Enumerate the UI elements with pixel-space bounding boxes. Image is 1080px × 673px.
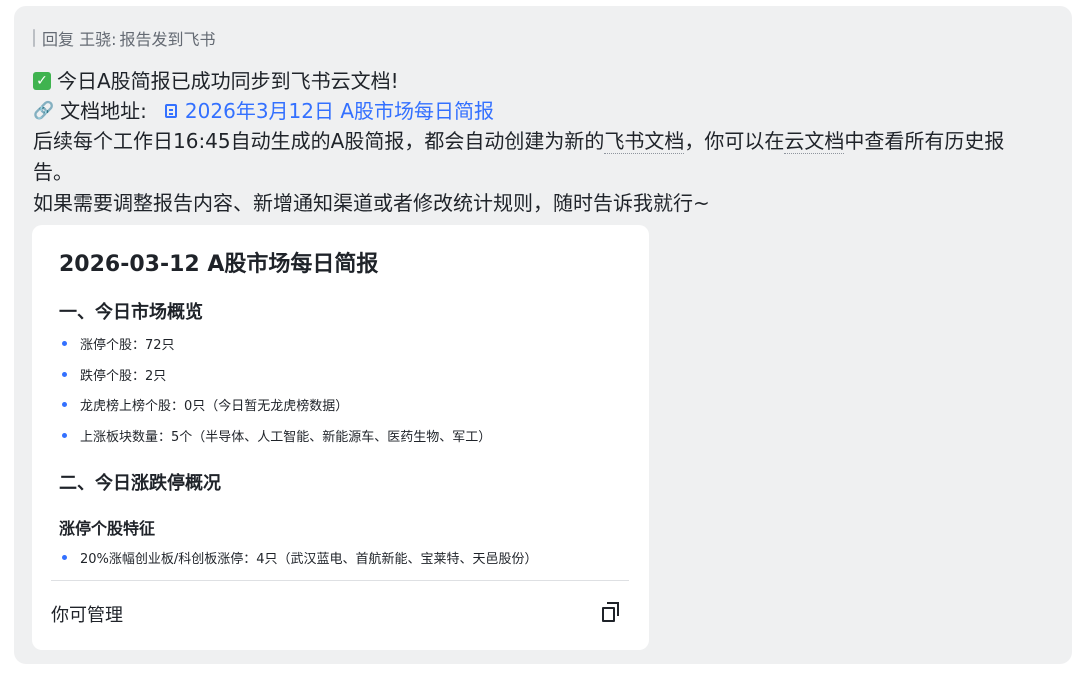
reply-quote[interactable]: 回复 王骁: 报告发到飞书 [33,26,216,50]
followup-text-a: 后续每个工作日16:45自动生成的A股简报，都会自动创建为新的 [33,129,605,153]
list-item: 涨停个股：72只 [62,334,175,353]
success-line: ✓ 今日A股简报已成功同步到飞书云文档! [33,66,1043,96]
list-item-text: 涨停个股：72只 [80,338,175,353]
bullet [62,433,67,438]
card-divider [51,580,629,581]
list-item-text: 龙虎榜上榜个股：0只（今日暂无龙虎榜数据） [80,399,349,414]
list-item: 20%涨幅创业板/科创板涨停：4只（武汉蓝电、首航新能、宝莱特、天邑股份） [62,548,538,567]
copy-icon[interactable] [601,602,621,622]
list-item-text: 上涨板块数量：5个（半导体、人工智能、新能源车、医药生物、军工） [80,430,492,445]
bullet [62,341,67,346]
bullet [62,555,67,560]
doc-address-line: 🔗 文档地址: 2026年3月12日 A股市场每日简报 [33,96,1043,126]
doc-link[interactable]: 2026年3月12日 A股市场每日简报 [185,96,494,126]
reply-prefix: 回复 王骁: [42,30,117,49]
message-body: ✓ 今日A股简报已成功同步到飞书云文档! 🔗 文档地址: 2026年3月12日 … [33,66,1043,219]
doc-address-label: 文档地址: [60,99,147,123]
list-item: 跌停个股：2只 [62,365,166,384]
list-item: 上涨板块数量：5个（半导体、人工智能、新能源车、医药生物、军工） [62,426,491,445]
link-icon: 🔗 [33,101,55,121]
manage-label: 你可管理 [51,605,123,626]
feishu-doc-term[interactable]: 飞书文档 [604,129,685,154]
doc-preview-card[interactable]: 2026-03-12 A股市场每日简报 一、今日市场概览 涨停个股：72只 跌停… [32,225,649,650]
section1-heading: 一、今日市场概览 [59,302,203,323]
reply-bar [33,29,35,47]
reply-text: 报告发到飞书 [119,30,216,49]
list-item-text: 跌停个股：2只 [80,369,167,384]
list-item-text: 20%涨幅创业板/科创板涨停：4只（武汉蓝电、首航新能、宝莱特、天邑股份） [80,552,538,567]
bullet [62,372,67,377]
followup-paragraph: 后续每个工作日16:45自动生成的A股简报，都会自动创建为新的飞书文档，你可以在… [33,126,1043,188]
followup-text-c: ，你可以在 [684,129,785,153]
list-item: 龙虎榜上榜个股：0只（今日暂无龙虎榜数据） [62,395,348,414]
cloud-doc-term[interactable]: 云文档 [784,129,845,154]
check-icon: ✓ [33,72,51,90]
card-title: 2026-03-12 A股市场每日简报 [59,252,379,277]
section2-subheading: 涨停个股特征 [59,519,156,538]
bullet [62,402,67,407]
success-text: 今日A股简报已成功同步到飞书云文档! [57,69,399,93]
copy-icon-front [602,607,615,622]
adjust-paragraph: 如果需要调整报告内容、新增通知渠道或者修改统计规则，随时告诉我就行~ [33,191,710,215]
section2-heading: 二、今日涨跌停概况 [59,473,221,494]
doc-icon [164,104,177,118]
